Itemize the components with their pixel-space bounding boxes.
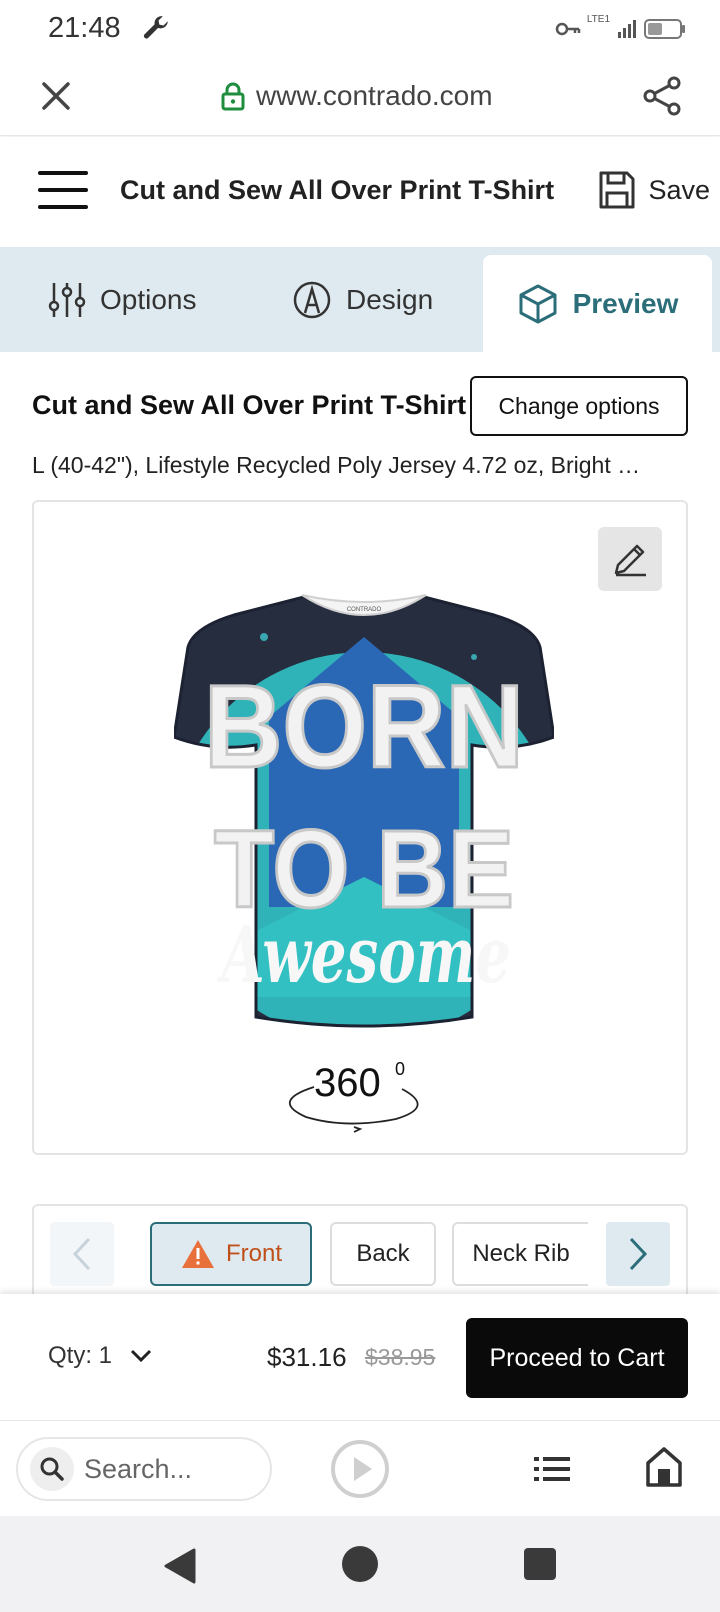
system-navigation-bar (0, 1516, 720, 1612)
save-button[interactable]: Save (598, 167, 710, 213)
chevron-left-icon (72, 1237, 91, 1271)
share-icon[interactable] (640, 74, 684, 118)
status-icons: LTE 1 (555, 14, 686, 44)
tshirt-preview-image[interactable]: CONTRADO BORN TO BE Awesome (174, 577, 554, 1047)
home-icon[interactable] (644, 1445, 684, 1489)
search-icon (30, 1447, 74, 1491)
sliders-icon (48, 282, 86, 317)
wrench-icon (143, 16, 168, 39)
tab-preview-label: Preview (572, 287, 679, 319)
back-icon[interactable] (162, 1546, 198, 1586)
network-label: LTE (586, 14, 605, 25)
tab-options-label: Options (100, 283, 197, 315)
current-price: $31.16 (267, 1342, 347, 1372)
proceed-to-cart-button[interactable]: Proceed to Cart (466, 1318, 688, 1398)
chevron-right-icon (629, 1237, 648, 1271)
change-options-button[interactable]: Change options (470, 376, 688, 436)
search-input[interactable]: Search... (16, 1437, 272, 1501)
play-icon[interactable] (330, 1439, 390, 1499)
editor-tabs: Options Design Preview (0, 247, 720, 352)
save-label: Save (648, 174, 710, 205)
warning-icon (181, 1240, 214, 1268)
product-preview: CONTRADO BORN TO BE Awesome 360 0 (32, 500, 688, 1155)
cube-icon (519, 284, 557, 323)
page-title: Cut and Sew All Over Print T-Shirt (120, 175, 555, 205)
signal-icon (618, 20, 636, 38)
previous-view-button[interactable] (50, 1222, 114, 1286)
list-icon[interactable] (532, 1449, 572, 1489)
recent-apps-icon[interactable] (524, 1548, 556, 1580)
product-description: L (40-42"), Lifestyle Recycled Poly Jers… (32, 452, 641, 478)
battery-icon (644, 19, 685, 39)
key-icon (555, 22, 581, 36)
shirt-print-line3: Awesome (216, 910, 511, 1001)
view-back-button[interactable]: Back (330, 1222, 436, 1286)
tab-options[interactable]: Options (48, 247, 197, 352)
view-front-label: Front (225, 1240, 282, 1267)
view-back-label: Back (356, 1240, 410, 1267)
view-neck-rib-label: Neck Rib (472, 1240, 570, 1267)
view-front-button[interactable]: Front (150, 1222, 312, 1286)
search-placeholder: Search... (84, 1453, 193, 1484)
sim-label: 1 (604, 14, 610, 25)
view-selector: Front Back Neck Rib (32, 1204, 688, 1294)
shirt-collar-label: CONTRADO (347, 607, 382, 613)
browser-bottom-toolbar: Search... (0, 1420, 720, 1516)
url-text: www.contrado.com (256, 80, 493, 111)
hamburger-menu-icon[interactable] (38, 171, 88, 211)
browser-url-bar: www.contrado.com (0, 56, 720, 136)
tab-design[interactable]: Design (292, 247, 433, 352)
rotate-360-control[interactable]: 360 0 (280, 1057, 440, 1137)
tab-design-label: Design (346, 283, 434, 315)
url-field[interactable]: www.contrado.com (220, 76, 493, 116)
quantity-label: Qty: 1 (48, 1342, 113, 1369)
edit-button[interactable] (598, 527, 662, 591)
original-price: $38.95 (365, 1344, 436, 1370)
home-circle-icon[interactable] (342, 1546, 378, 1582)
rotate-arrow-icon (288, 1086, 419, 1133)
lock-icon (221, 82, 245, 111)
pencil-icon (614, 544, 646, 577)
status-bar: 21:48 LTE 1 (0, 0, 720, 56)
view-neck-rib-button[interactable]: Neck Rib (452, 1222, 588, 1286)
quantity-select[interactable]: Qty: 1 (48, 1342, 152, 1370)
save-icon (599, 171, 635, 209)
app-header: Cut and Sew All Over Print T-Shirt Save (0, 137, 720, 247)
tab-preview[interactable]: Preview (483, 255, 712, 352)
cart-bar: Qty: 1 $31.16 $38.95 Proceed to Cart (0, 1294, 720, 1420)
shirt-print-line1: BORN (204, 661, 524, 793)
close-icon[interactable] (36, 76, 76, 116)
pencil-circle-icon (293, 281, 331, 318)
status-time: 21:48 (48, 12, 121, 44)
product-title: Cut and Sew All Over Print T-Shirt (32, 390, 467, 420)
chevron-down-icon (130, 1349, 152, 1363)
next-view-button[interactable] (606, 1222, 670, 1286)
